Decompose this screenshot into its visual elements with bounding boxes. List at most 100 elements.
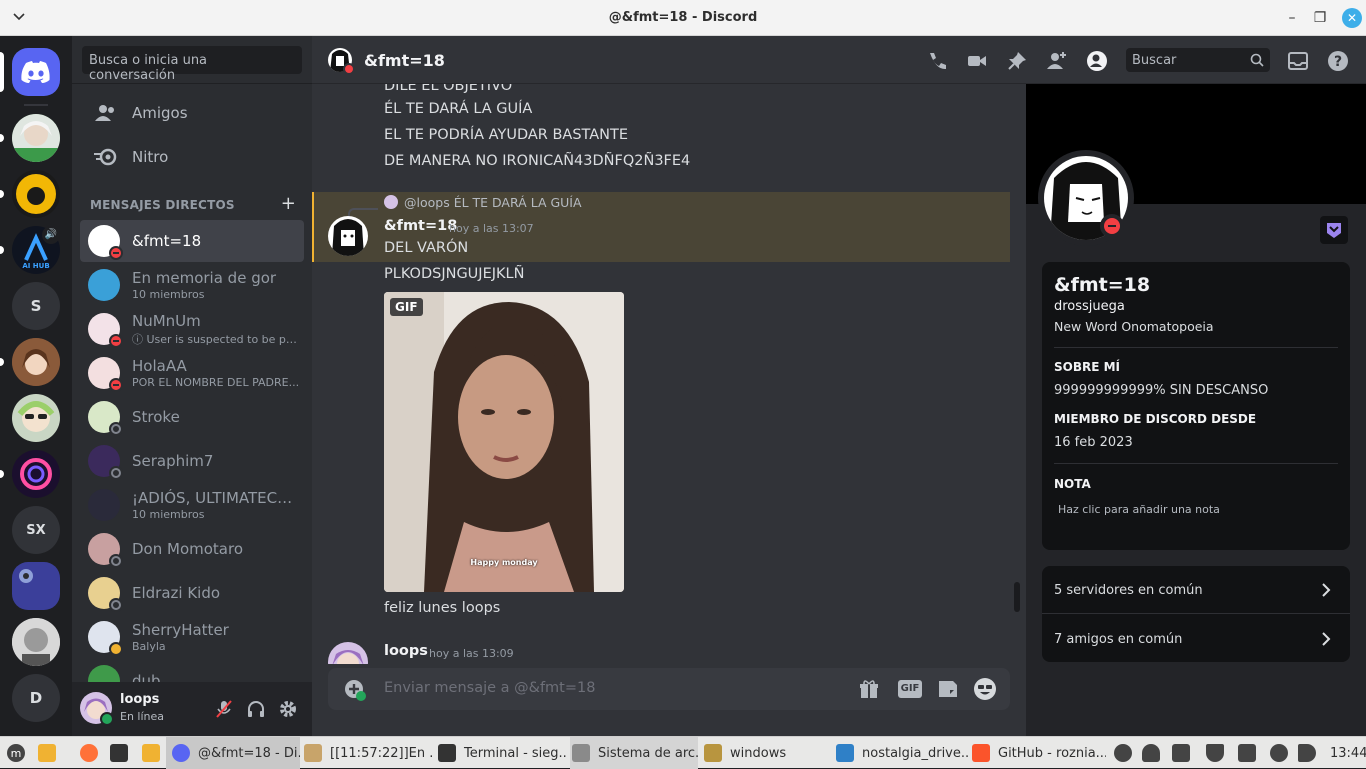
minimize-button[interactable]: –: [1282, 8, 1302, 28]
dm-item[interactable]: En memoria de gor 10 miembros: [80, 264, 304, 306]
close-button[interactable]: ✕: [1342, 8, 1362, 28]
dm-subtitle: 10 miembros: [132, 508, 205, 521]
taskbar-item-monitor[interactable]: Sistema de arc...: [570, 737, 698, 769]
taskbar-item-vscode[interactable]: nostalgia_drive...: [836, 737, 970, 769]
divider: [1054, 463, 1338, 464]
attach-plus-icon[interactable]: [344, 679, 366, 701]
dm-item[interactable]: &fmt=18: [80, 220, 304, 262]
dm-item[interactable]: Eldrazi Kido: [80, 572, 304, 614]
nav-friends[interactable]: Amigos: [80, 92, 304, 134]
dm-item[interactable]: ¡ADIÓS, ULTIMATECR... 10 miembros: [80, 484, 304, 526]
unread-indicator: [0, 358, 4, 366]
dm-item[interactable]: NuMnUm ⓘ User is suspected to be par...: [80, 308, 304, 350]
anime-avatar-icon: [332, 650, 364, 664]
server-icon-avatar-1[interactable]: [12, 114, 60, 162]
tray-volume[interactable]: [1298, 737, 1324, 769]
message-author[interactable]: &fmt=18: [384, 218, 457, 234]
tray-update-manager[interactable]: [1172, 737, 1198, 769]
server-icon-sx[interactable]: SX: [12, 506, 60, 554]
taskbar-item-text[interactable]: [[11:57:22]]En ...: [304, 737, 434, 769]
show-desktop-button[interactable]: [38, 737, 64, 769]
gift-icon[interactable]: [858, 678, 880, 700]
scrollbar-thumb[interactable]: [1014, 582, 1020, 612]
nav-nitro[interactable]: Nitro: [80, 136, 304, 178]
taskbar-item-brave[interactable]: GitHub - roznia...: [972, 737, 1106, 769]
channel-header: &fmt=18 Buscar ?: [312, 36, 1366, 84]
reply-reference[interactable]: @loops ÉL TE DARÁ LA GUÍA: [404, 195, 582, 210]
server-icon-swirl[interactable]: [12, 450, 60, 498]
server-icon-s[interactable]: S: [12, 282, 60, 330]
status-indicator: [109, 554, 123, 568]
emoji-icon[interactable]: [973, 677, 997, 701]
taskbar-item-discord[interactable]: @&fmt=18 - Di...: [166, 737, 300, 769]
tray-power[interactable]: [1270, 737, 1296, 769]
member-since-title: MIEMBRO DE DISCORD DESDE: [1054, 412, 1257, 426]
dm-name: Seraphim7: [132, 452, 214, 470]
message-avatar[interactable]: [328, 216, 368, 256]
maximize-button[interactable]: ❐: [1310, 8, 1330, 28]
unread-indicator: [0, 134, 4, 142]
server-icon-lion[interactable]: [12, 170, 60, 218]
tray-shield[interactable]: [1206, 737, 1232, 769]
home-button[interactable]: [12, 48, 60, 96]
dm-item[interactable]: Stroke: [80, 396, 304, 438]
video-call-icon[interactable]: [966, 50, 988, 72]
tray-notifications[interactable]: [1142, 737, 1168, 769]
gif-picker-button[interactable]: GIF: [898, 680, 922, 698]
active-indicator: [0, 52, 4, 92]
server-icon-avatar-4[interactable]: [12, 618, 60, 666]
settings-gear-icon[interactable]: [278, 699, 298, 719]
status-indicator: [109, 466, 123, 480]
taskbar-item-windows[interactable]: windows: [704, 737, 832, 769]
message-timestamp: hoy a las 13:07: [449, 222, 534, 235]
server-folder[interactable]: [12, 562, 60, 610]
sticker-icon[interactable]: [936, 678, 958, 700]
channel-search-input[interactable]: Buscar: [1126, 48, 1270, 72]
pin-icon[interactable]: [1006, 50, 1028, 72]
shield-icon: [1206, 744, 1224, 762]
username: loops: [120, 692, 160, 707]
voice-call-icon[interactable]: [926, 50, 948, 72]
folder-icon: [704, 744, 722, 762]
message-avatar[interactable]: [328, 642, 368, 664]
dm-item[interactable]: HolaAA POR EL NOMBRE DEL PADRE...: [80, 352, 304, 394]
dm-item[interactable]: Seraphim7: [80, 440, 304, 482]
tray-display[interactable]: [1238, 737, 1264, 769]
taskbar-item-label: GitHub - roznia...: [998, 745, 1106, 761]
message-author[interactable]: loops: [384, 643, 428, 659]
dm-avatar: [88, 533, 123, 568]
add-friend-to-dm-icon[interactable]: [1046, 50, 1068, 72]
gif-embed[interactable]: GIF Happy monday: [384, 292, 624, 592]
message-input[interactable]: Enviar mensaje a @&fmt=18: [384, 680, 595, 696]
server-icon-avatar-3[interactable]: [12, 394, 60, 442]
dm-item[interactable]: Don Momotaro: [80, 528, 304, 570]
dm-name: En memoria de gor: [132, 269, 277, 287]
files-launcher[interactable]: [142, 737, 168, 769]
nitro-badge[interactable]: [1320, 216, 1348, 244]
message-timestamp: hoy a las 13:09: [429, 647, 514, 660]
tray-clock[interactable]: 13:44: [1330, 737, 1366, 769]
search-conversation-input[interactable]: Busca o inicia una conversación: [82, 46, 302, 83]
server-icon-avatar-2[interactable]: [12, 338, 60, 386]
user-profile-icon[interactable]: [1086, 50, 1108, 72]
taskbar-item-terminal[interactable]: Terminal - sieg...: [438, 737, 566, 769]
inbox-icon[interactable]: [1287, 50, 1309, 72]
about-me-title: SOBRE MÍ: [1054, 360, 1121, 374]
message-line: DE MANERA NO IRONICAÑ43DÑFQ2Ñ3FE4: [384, 153, 691, 169]
help-icon[interactable]: ?: [1327, 50, 1349, 72]
nav-nitro-label: Nitro: [132, 148, 169, 166]
tray-discord-icon[interactable]: [1114, 737, 1140, 769]
firefox-launcher[interactable]: [80, 737, 106, 769]
muted-mic-icon[interactable]: [214, 699, 234, 719]
mutual-friends-row[interactable]: 7 amigos en común: [1042, 614, 1350, 662]
headphones-icon[interactable]: [246, 699, 266, 719]
server-icon-d[interactable]: D: [12, 674, 60, 722]
dm-item[interactable]: SherryHatter Balyla: [80, 616, 304, 658]
mutuals-card: 5 servidores en común 7 amigos en común: [1042, 566, 1350, 662]
create-dm-icon[interactable]: +: [281, 193, 296, 214]
note-input[interactable]: Haz clic para añadir una nota: [1058, 503, 1220, 516]
mutual-servers-row[interactable]: 5 servidores en común: [1042, 566, 1350, 614]
terminal-launcher[interactable]: [110, 737, 136, 769]
vscode-icon: [836, 744, 854, 762]
start-menu-button[interactable]: m: [6, 737, 26, 769]
